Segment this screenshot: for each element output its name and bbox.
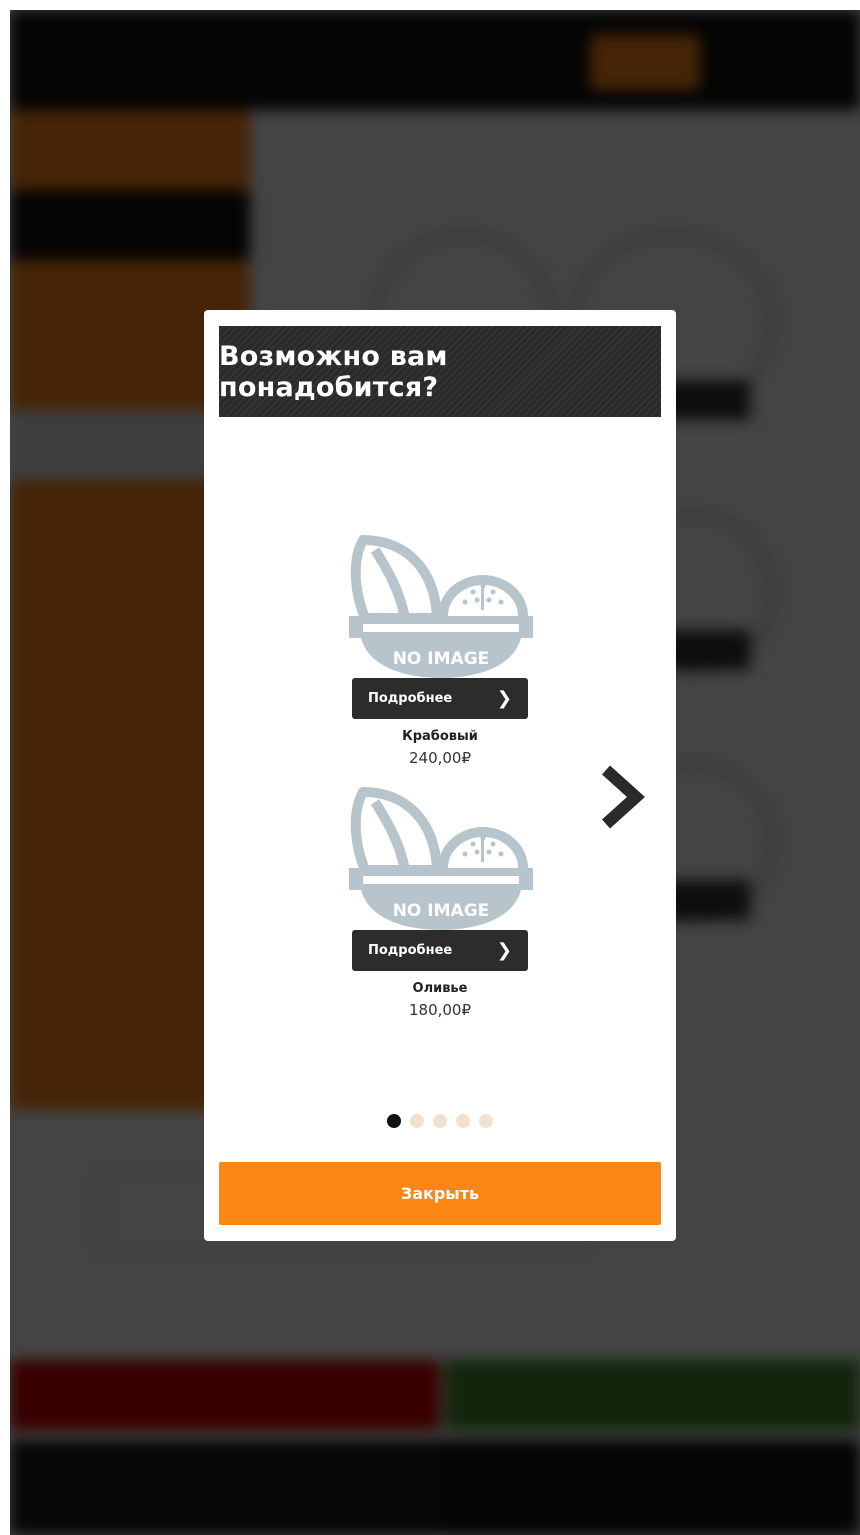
close-button[interactable]: Закрыть [219,1162,661,1225]
app-screen: Возможно вам понадобится? NO IMAGE Подро… [10,10,860,1535]
pagination-dot[interactable] [410,1114,424,1128]
details-button[interactable]: Подробнее ❯ [352,678,528,719]
modal-header: Возможно вам понадобится? [219,326,661,417]
pagination-dot[interactable] [387,1114,401,1128]
details-label: Подробнее [368,691,453,706]
product-name: Крабовый [402,729,478,744]
product-card: NO IMAGE Подробнее ❯ Оливье 180,00₽ [349,780,533,1019]
svg-text:NO IMAGE: NO IMAGE [393,901,490,921]
pagination-dot[interactable] [456,1114,470,1128]
modal-title: Возможно вам понадобится? [219,340,448,403]
pagination-dot[interactable] [479,1114,493,1128]
no-image-bowl-icon: NO IMAGE [349,787,533,930]
chevron-right-icon: ❯ [496,688,512,709]
product-price: 180,00₽ [408,1001,472,1019]
no-image-bowl-icon: NO IMAGE [349,535,533,678]
svg-text:NO IMAGE: NO IMAGE [393,649,490,669]
carousel-pagination [204,1114,676,1128]
product-name: Оливье [412,981,468,996]
next-slide-chevron-right-icon[interactable] [598,762,648,832]
details-button[interactable]: Подробнее ❯ [352,930,528,971]
chevron-right-icon: ❯ [496,940,512,961]
product-card: NO IMAGE Подробнее ❯ Крабовый 240,00₽ [349,528,533,767]
pagination-dot[interactable] [433,1114,447,1128]
product-price: 240,00₽ [408,749,472,767]
upsell-modal: Возможно вам понадобится? NO IMAGE Подро… [204,310,676,1241]
details-label: Подробнее [368,943,453,958]
